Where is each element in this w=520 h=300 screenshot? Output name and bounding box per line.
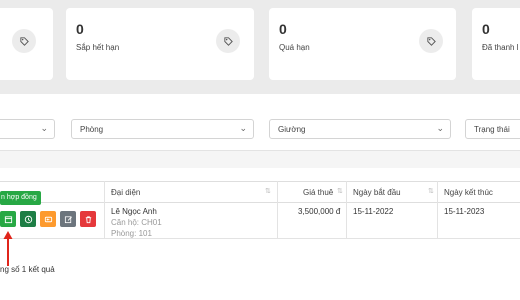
calendar-icon [4, 215, 12, 223]
stat-label: Sắp hết hạn [76, 43, 120, 52]
filter-bed-select[interactable]: Giường ⌄ [269, 119, 451, 139]
tag-icon [19, 36, 29, 46]
chevron-down-icon: ⌄ [436, 123, 444, 133]
sort-icon[interactable]: ⇅ [337, 187, 343, 195]
return-button[interactable] [40, 211, 56, 227]
chevron-down-icon: ⌄ [40, 123, 48, 133]
view-contract-tooltip: n hợp đồng [0, 191, 41, 205]
stat-card-icon [216, 29, 240, 53]
column-header-rent[interactable]: Giá thuê [303, 188, 333, 197]
trash-icon [85, 215, 91, 223]
filter-room-value: Phòng [80, 125, 104, 134]
edit-button[interactable] [60, 211, 76, 227]
start-date: 15-11-2022 [353, 207, 394, 216]
table-header: Đại diện ⇅ Giá thuê ⇅ Ngày bắt đầu ⇅ Ngà… [0, 181, 520, 203]
return-icon [44, 216, 52, 222]
stat-count: 0 [279, 21, 287, 37]
apartment-label: Căn hộ: CH01 [111, 218, 162, 227]
sort-icon[interactable]: ⇅ [265, 187, 271, 195]
annotation-arrow [3, 231, 13, 266]
view-contract-button[interactable] [0, 211, 16, 227]
column-header-end[interactable]: Ngày kết thúc [444, 188, 493, 197]
room-label: Phòng: 101 [111, 229, 152, 238]
filter-strip [0, 151, 520, 168]
filter-select-1[interactable]: ⌄ [0, 119, 55, 139]
filter-bed-value: Giường [278, 125, 306, 134]
stat-card-expiring: 0 Sắp hết hạn [66, 8, 254, 80]
representative-name: Lê Ngọc Anh [111, 207, 157, 216]
column-header-representative[interactable]: Đại diện [111, 188, 140, 197]
sort-icon[interactable]: ⇅ [428, 187, 434, 195]
history-button[interactable] [20, 211, 36, 227]
stat-count: 0 [482, 21, 490, 37]
edit-icon [64, 215, 72, 223]
tag-icon [426, 36, 436, 46]
chevron-down-icon: ⌄ [239, 123, 247, 133]
end-date: 15-11-2023 [444, 207, 485, 216]
result-count: ng số 1 kết quả [0, 265, 55, 274]
clock-icon [24, 215, 32, 223]
stat-card-icon [12, 29, 36, 53]
stat-card-1 [0, 8, 53, 80]
stat-card-liquidated: 0 Đã thanh l [472, 8, 520, 80]
table-row: Lê Ngọc Anh Căn hộ: CH01 Phòng: 101 3,50… [0, 203, 520, 239]
filter-room-select[interactable]: Phòng ⌄ [71, 119, 254, 139]
filter-status-select[interactable]: Trạng thái [465, 119, 520, 139]
contracts-panel: ⌄ Phòng ⌄ Giường ⌄ Trạng thái Đại diện ⇅… [0, 94, 520, 300]
stat-label: Quá hạn [279, 43, 310, 52]
filter-status-value: Trạng thái [474, 125, 510, 134]
column-header-start[interactable]: Ngày bắt đầu [353, 188, 401, 197]
tag-icon [223, 36, 233, 46]
stat-label: Đã thanh l [482, 43, 519, 52]
stat-card-icon [419, 29, 443, 53]
stat-count: 0 [76, 21, 84, 37]
stat-card-overdue: 0 Quá hạn [269, 8, 456, 80]
delete-button[interactable] [80, 211, 96, 227]
rent-value: 3,500,000 đ [298, 207, 341, 216]
